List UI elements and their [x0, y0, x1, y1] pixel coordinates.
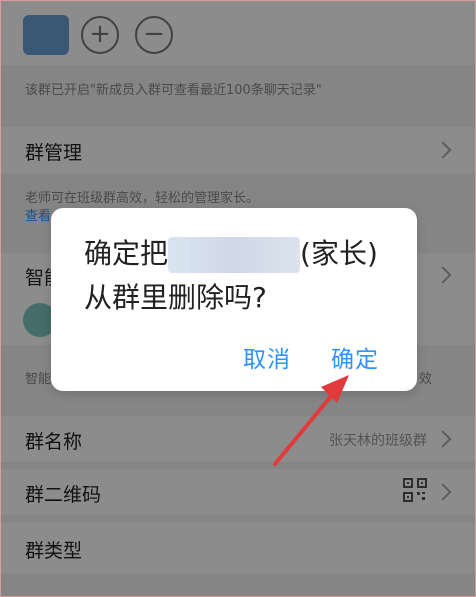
screen-frame: + − 该群已开启"新成员入群可查看最近100条聊天记录" 群管理 老师可在班级… [0, 0, 476, 597]
red-arrow-annotation [273, 375, 349, 466]
